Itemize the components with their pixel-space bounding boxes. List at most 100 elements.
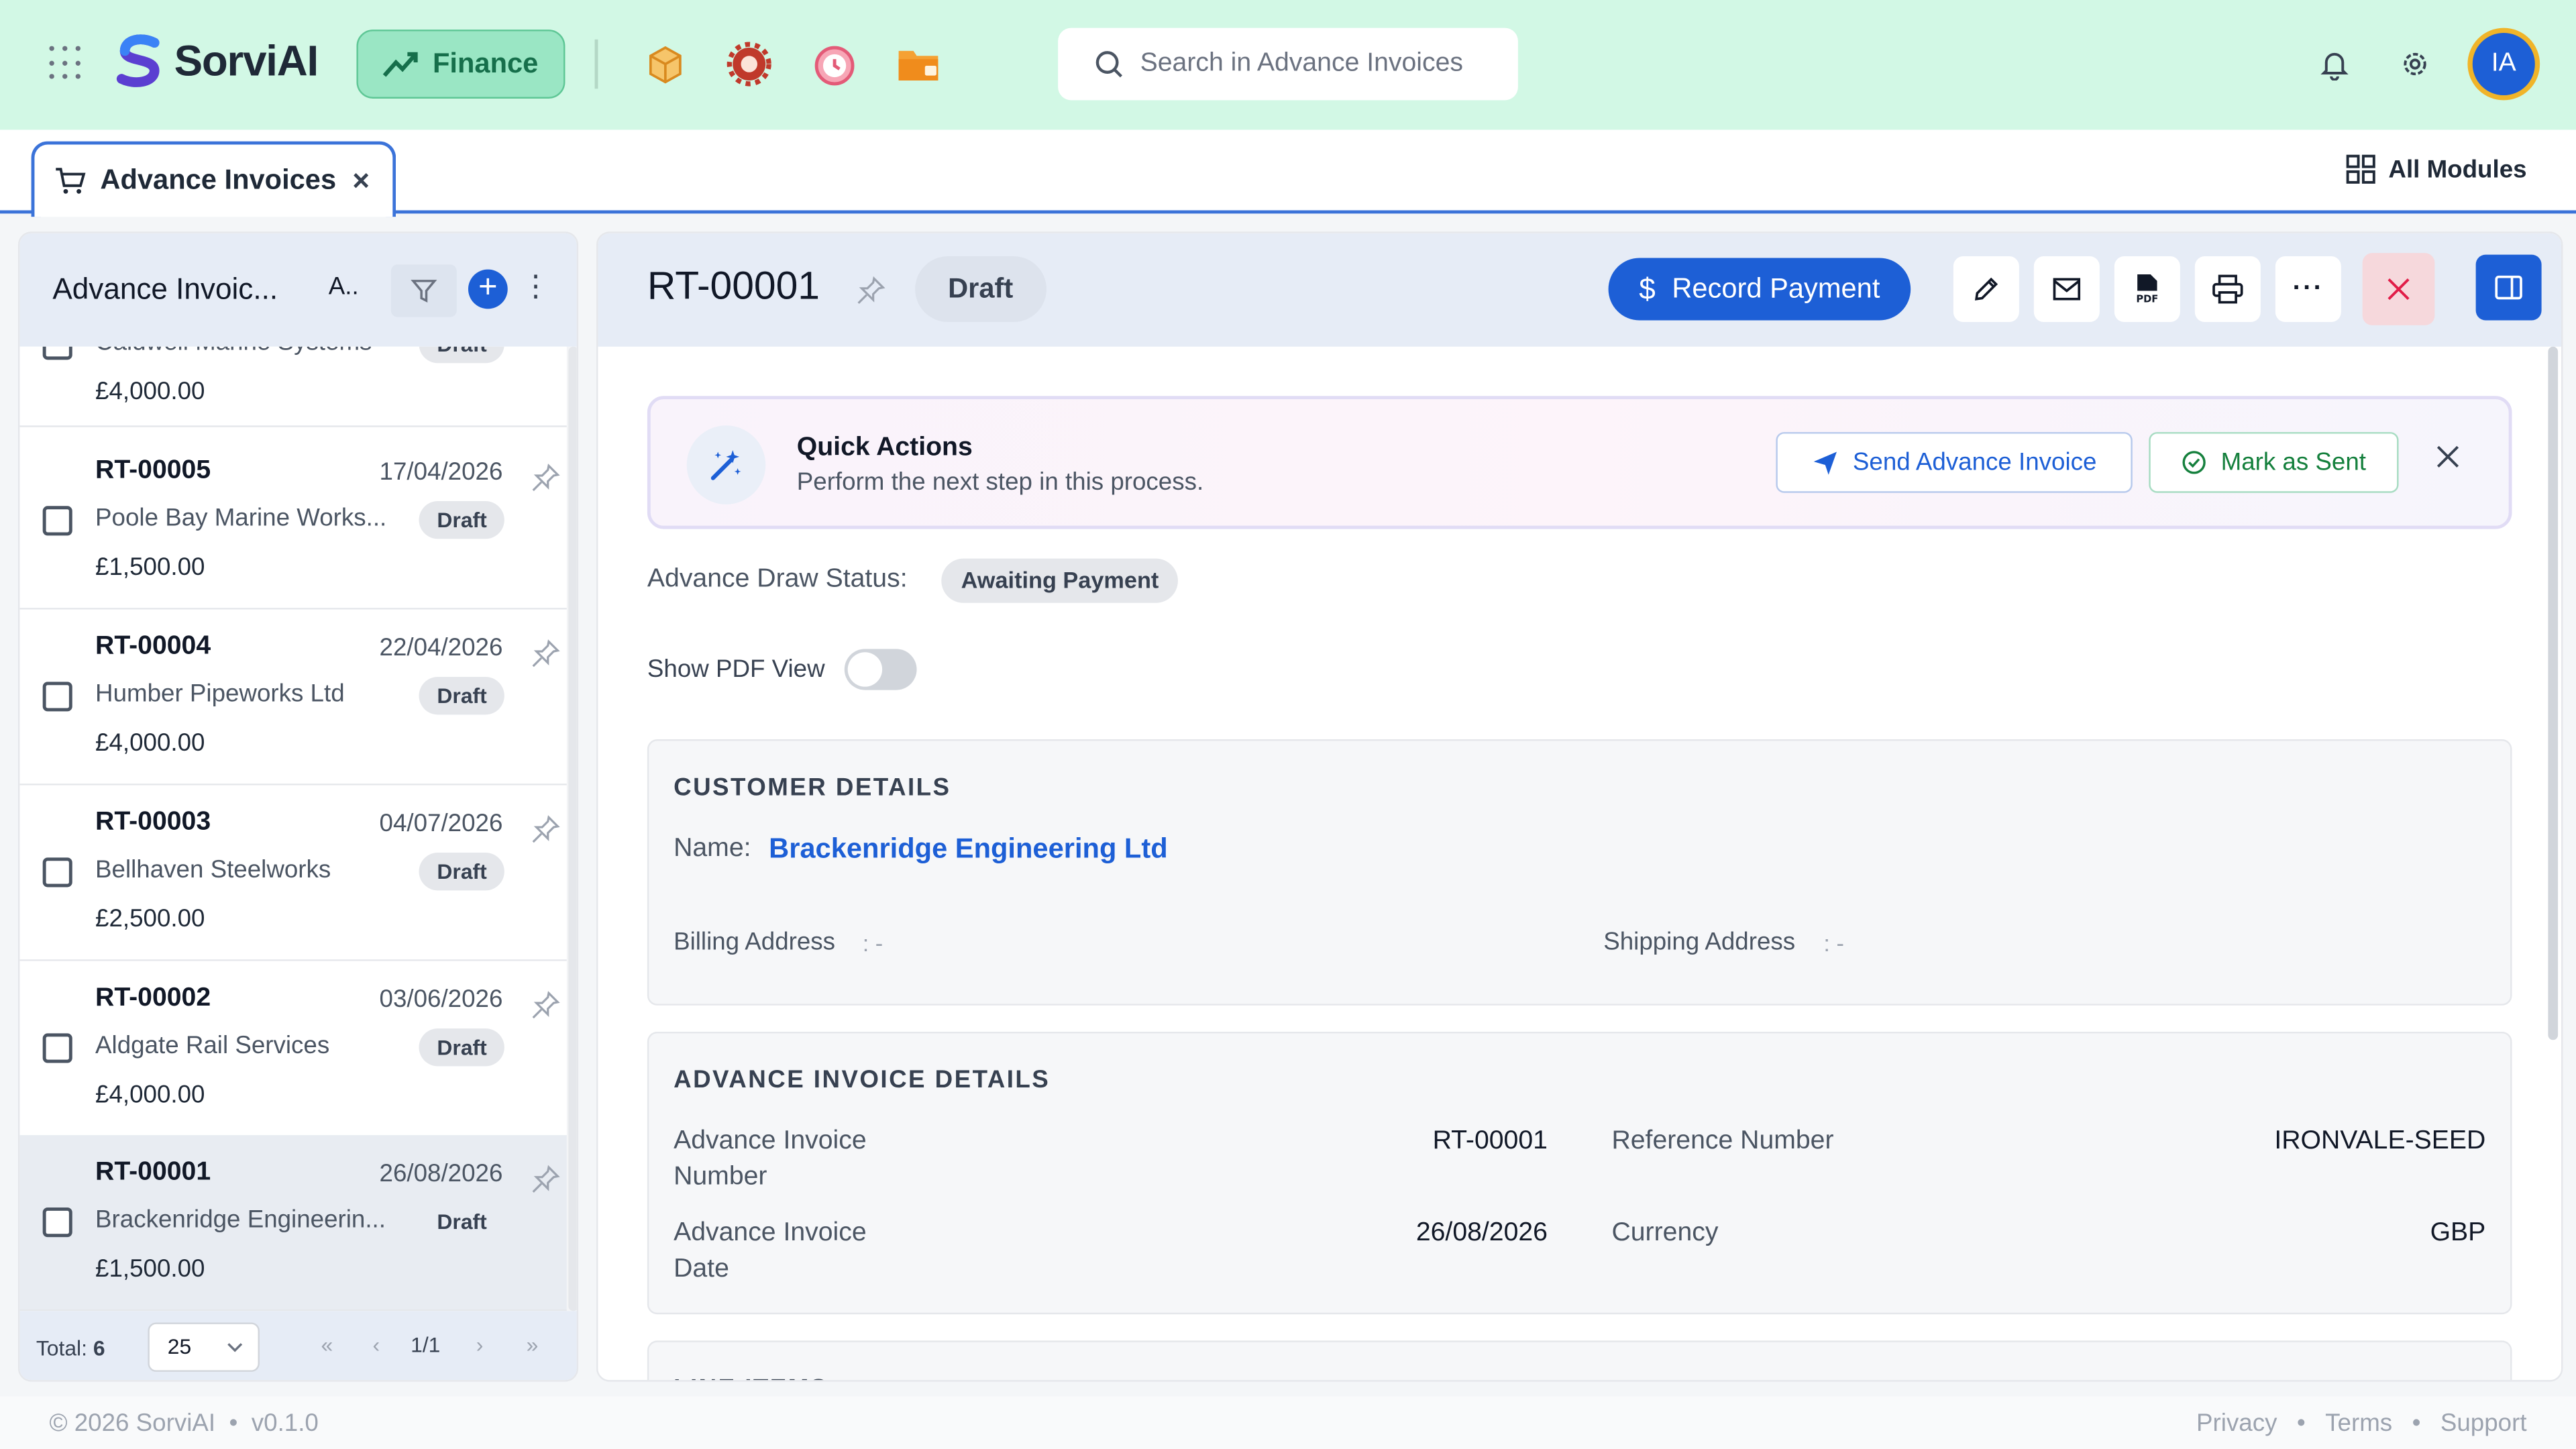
apps-grid-icon[interactable]: [49, 46, 85, 83]
close-icon[interactable]: ×: [352, 164, 370, 199]
total-count: Total: 6: [36, 1336, 105, 1360]
plus-icon[interactable]: +: [468, 269, 508, 309]
tab-label: Advance Invoices: [100, 164, 337, 196]
billing-address-value: : -: [862, 930, 883, 957]
page-footer: © 2026 SorviAI • v0.1.0 Privacy • Terms …: [0, 1396, 2576, 1449]
list-item-amount: £2,500.00: [95, 905, 205, 934]
clock-pink-icon[interactable]: [810, 40, 859, 89]
list-item-id: RT-00003: [95, 808, 211, 837]
cancel-icon[interactable]: [2362, 253, 2435, 325]
page-size-select[interactable]: 25: [148, 1322, 260, 1372]
more-icon[interactable]: ⋮: [521, 270, 550, 304]
mail-icon[interactable]: [2033, 256, 2100, 323]
list-header: Advance Invoic... A.. + ⋮: [19, 233, 577, 347]
row-checkbox[interactable]: [42, 346, 72, 360]
row-checkbox[interactable]: [42, 857, 72, 888]
status-badge: Awaiting Payment: [941, 558, 1179, 603]
customer-name-link[interactable]: Brackenridge Engineering Ltd: [769, 833, 1168, 866]
list-scrollbar[interactable]: [566, 346, 577, 1311]
view-selector[interactable]: A..: [329, 273, 359, 301]
mark-sent-label: Mark as Sent: [2220, 448, 2367, 477]
bell-icon[interactable]: [2316, 46, 2353, 83]
list-item-id: RT-00001: [95, 1158, 211, 1187]
prev-page-icon[interactable]: ‹: [355, 1332, 398, 1357]
quick-actions-title: Quick Actions: [796, 433, 973, 462]
app-name: SorviAI: [174, 35, 319, 85]
list-item-customer: Poole Bay Marine Works...: [95, 504, 387, 533]
pin-icon[interactable]: [531, 1165, 560, 1202]
all-modules-button[interactable]: All Modules: [2346, 154, 2527, 184]
detail-scrollbar[interactable]: [2546, 346, 2560, 1380]
avatar[interactable]: IA: [2467, 28, 2540, 101]
print-icon[interactable]: [2194, 256, 2261, 323]
pin-icon[interactable]: [531, 815, 560, 853]
list-footer: Total: 6 25 « ‹ 1/1 › »: [19, 1311, 577, 1381]
row-checkbox[interactable]: [42, 506, 72, 536]
close-icon[interactable]: [2436, 445, 2459, 477]
detail-header: RT-00001 Draft $ Record Payment PDF ···: [598, 233, 2561, 347]
list-item-amount: £1,500.00: [95, 1255, 205, 1283]
row-checkbox[interactable]: [42, 1033, 72, 1063]
list-item-selected[interactable]: RT-00001 26/08/2026 Brackenridge Enginee…: [19, 1135, 567, 1311]
box-icon[interactable]: [641, 40, 690, 89]
list-item-date: 04/07/2026: [379, 810, 503, 838]
check-circle-icon: [2182, 451, 2206, 474]
section-heading: ADVANCE INVOICE DETAILS: [674, 1066, 1051, 1095]
gear-red-icon[interactable]: [724, 40, 773, 89]
dollar-icon: $: [1639, 272, 1656, 305]
pdf-icon[interactable]: PDF: [2114, 256, 2180, 323]
currency-label: Currency: [1611, 1219, 1719, 1247]
row-checkbox[interactable]: [42, 1208, 72, 1238]
list-item-customer: Humber Pipeworks Ltd: [95, 680, 345, 708]
all-modules-label: All Modules: [2388, 155, 2527, 184]
divider: [594, 39, 598, 89]
list-item-date: 17/04/2026: [379, 458, 503, 486]
pdf-view-toggle[interactable]: [844, 649, 917, 690]
record-payment-button[interactable]: $ Record Payment: [1608, 258, 1911, 321]
row-checkbox[interactable]: [42, 682, 72, 712]
top-bar: SorviAI Finance Search in Advance Invoic…: [0, 0, 2576, 130]
app-logo[interactable]: SorviAI: [112, 33, 319, 89]
folder-orange-icon[interactable]: [894, 40, 943, 89]
mark-as-sent-button[interactable]: Mark as Sent: [2149, 432, 2399, 493]
list-item[interactable]: RT-00003 04/07/2026 Bellhaven Steelworks…: [19, 785, 567, 961]
pin-icon[interactable]: [531, 639, 560, 677]
module-switcher-finance[interactable]: Finance: [356, 30, 566, 99]
list-item-amount: £4,000.00: [95, 729, 205, 757]
list-item[interactable]: RT-00002 03/06/2026 Aldgate Rail Service…: [19, 961, 567, 1137]
pin-icon[interactable]: [531, 991, 560, 1028]
pin-icon[interactable]: [531, 464, 560, 501]
footer-dot: •: [2412, 1409, 2421, 1438]
last-page-icon[interactable]: »: [506, 1332, 558, 1357]
tab-advance-invoices[interactable]: Advance Invoices ×: [31, 141, 396, 217]
side-panel-icon[interactable]: [2475, 254, 2542, 321]
edit-icon[interactable]: [1953, 256, 2019, 323]
search-input[interactable]: Search in Advance Invoices: [1058, 28, 1518, 101]
list-item[interactable]: Caldwell Marine Systems Draft £4,000.00: [19, 346, 567, 427]
total-value: 6: [93, 1336, 105, 1360]
list-item[interactable]: RT-00004 22/04/2026 Humber Pipeworks Ltd…: [19, 609, 567, 786]
terms-link[interactable]: Terms: [2325, 1409, 2392, 1438]
reference-number-label: Reference Number: [1611, 1127, 1834, 1155]
chevron-down-icon: [227, 1343, 243, 1352]
first-page-icon[interactable]: «: [312, 1332, 341, 1357]
settings-icon[interactable]: [2397, 46, 2433, 83]
more-icon[interactable]: ···: [2275, 256, 2341, 323]
support-link[interactable]: Support: [2440, 1409, 2527, 1438]
pin-icon[interactable]: [856, 276, 885, 313]
list-item[interactable]: RT-00005 17/04/2026 Poole Bay Marine Wor…: [19, 433, 567, 610]
next-page-icon[interactable]: ›: [453, 1332, 506, 1357]
invoice-date-value: 26/08/2026: [1415, 1219, 1548, 1247]
invoice-date-label-line2: Date: [674, 1255, 729, 1283]
trend-icon: [383, 52, 419, 77]
list-item-customer: Brackenridge Engineerin...: [95, 1205, 386, 1234]
footer-dot: •: [2296, 1409, 2306, 1438]
reference-number-value: IRONVALE-SEED: [2274, 1127, 2486, 1155]
footer-copyright: © 2026 SorviAI • v0.1.0: [49, 1409, 319, 1438]
svg-text:PDF: PDF: [2136, 294, 2158, 305]
send-advance-invoice-button[interactable]: Send Advance Invoice: [1776, 432, 2133, 493]
privacy-link[interactable]: Privacy: [2196, 1409, 2277, 1438]
filter-icon[interactable]: [390, 264, 457, 317]
status-badge: Draft: [419, 1202, 505, 1240]
copyright-text: © 2026 SorviAI: [49, 1409, 216, 1438]
